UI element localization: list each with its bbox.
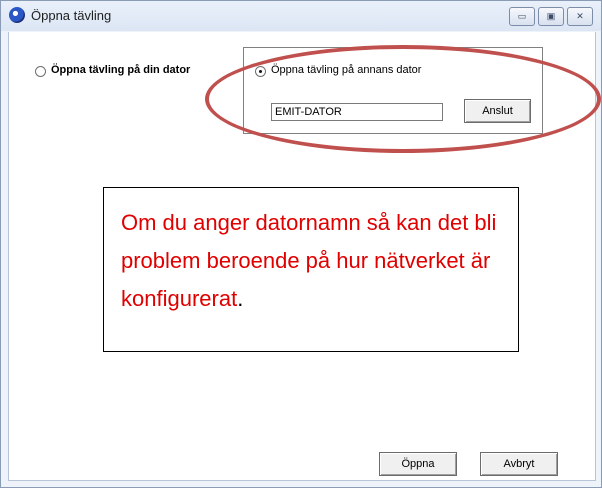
cancel-button[interactable]: Avbryt <box>480 452 558 476</box>
maximize-button[interactable]: ▣ <box>538 7 564 26</box>
maximize-icon: ▣ <box>546 11 556 21</box>
radio-remote[interactable] <box>255 66 266 77</box>
open-button[interactable]: Öppna <box>379 452 457 476</box>
radio-local-label[interactable]: Öppna tävling på din dator <box>51 64 190 76</box>
cancel-button-label: Avbryt <box>503 458 535 470</box>
dialog-window: Öppna tävling ▭ ▣ ✕ Öppna tävling på din… <box>0 0 602 488</box>
connect-button[interactable]: Anslut <box>464 99 531 123</box>
radio-remote-label[interactable]: Öppna tävling på annans dator <box>271 64 421 76</box>
window-title: Öppna tävling <box>31 8 112 23</box>
minimize-button[interactable]: ▭ <box>509 7 535 26</box>
annotation-period: . <box>237 286 244 311</box>
dialog-body: Öppna tävling på din dator Öppna tävling… <box>8 32 596 481</box>
minimize-icon: ▭ <box>517 11 527 21</box>
connect-button-label: Anslut <box>482 105 513 117</box>
title-bar[interactable]: Öppna tävling ▭ ▣ ✕ <box>1 1 601 31</box>
annotation-text: Om du anger datornamn så kan det bli pro… <box>121 210 497 311</box>
caption-buttons: ▭ ▣ ✕ <box>509 7 593 26</box>
open-button-label: Öppna <box>401 458 435 470</box>
app-globe-icon <box>9 7 25 23</box>
annotation-box: Om du anger datornamn så kan det bli pro… <box>103 187 519 352</box>
close-icon: ✕ <box>576 11 584 21</box>
radio-local[interactable] <box>35 66 46 77</box>
close-button[interactable]: ✕ <box>567 7 593 26</box>
computer-name-input[interactable]: EMIT-DATOR <box>271 103 443 121</box>
annotation-text-container: Om du anger datornamn så kan det bli pro… <box>121 204 511 318</box>
